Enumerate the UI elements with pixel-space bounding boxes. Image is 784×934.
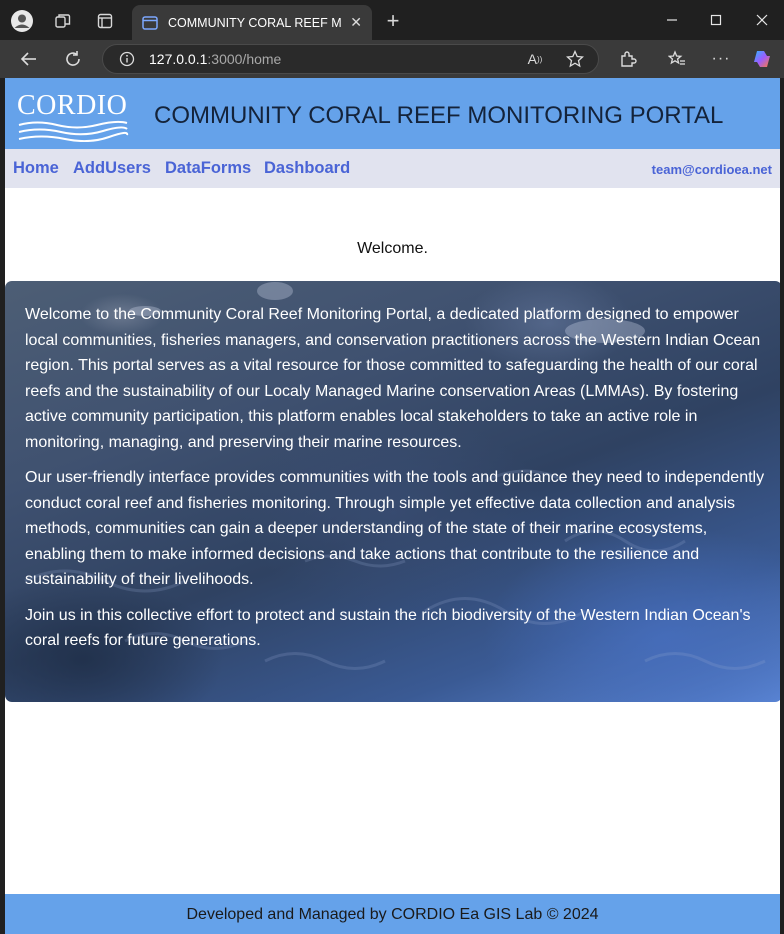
url-host: 127.0.0.1 bbox=[149, 51, 208, 67]
browser-address-bar: 127.0.0.1:3000/home A)) ··· bbox=[0, 40, 784, 78]
page-favicon-icon bbox=[142, 15, 158, 30]
tab-actions-icon[interactable] bbox=[93, 9, 117, 33]
window-close-icon[interactable] bbox=[750, 10, 774, 30]
more-menu-icon[interactable]: ··· bbox=[710, 48, 732, 70]
url-path: :3000/home bbox=[207, 51, 282, 67]
extensions-icon[interactable] bbox=[617, 48, 639, 70]
cordio-logo[interactable]: CORDIO bbox=[17, 90, 129, 142]
profile-icon[interactable] bbox=[10, 9, 34, 33]
page-title: COMMUNITY CORAL REEF MONITORING PORTAL bbox=[154, 102, 724, 129]
logo-text: CORDIO bbox=[17, 90, 128, 121]
intro-paragraph: Join us in this collective effort to pro… bbox=[25, 606, 751, 650]
tab-close-icon[interactable]: ✕ bbox=[350, 14, 362, 31]
main-nav: Home AddUsers DataForms Dashboard team@c… bbox=[5, 149, 780, 188]
copilot-icon[interactable] bbox=[751, 48, 773, 70]
intro-banner: Welcome to the Community Coral Reef Moni… bbox=[5, 281, 780, 702]
workspaces-icon[interactable] bbox=[51, 9, 75, 33]
read-aloud-icon[interactable]: A)) bbox=[524, 48, 546, 70]
intro-paragraph: Our user-friendly interface provides com… bbox=[25, 469, 765, 588]
contact-email-link[interactable]: team@cordioea.net bbox=[652, 162, 772, 177]
nav-link-dashboard[interactable]: Dashboard bbox=[264, 159, 350, 178]
favorite-star-icon[interactable] bbox=[564, 48, 586, 70]
web-page: CORDIO COMMUNITY CORAL REEF MONITORING P… bbox=[5, 78, 780, 934]
site-header: CORDIO COMMUNITY CORAL REEF MONITORING P… bbox=[5, 78, 780, 149]
maximize-icon[interactable] bbox=[704, 10, 728, 30]
nav-link-home[interactable]: Home bbox=[13, 159, 59, 178]
refresh-icon[interactable] bbox=[62, 48, 84, 70]
logo-waves-icon bbox=[18, 120, 129, 142]
intro-text: Welcome to the Community Coral Reef Moni… bbox=[25, 302, 765, 664]
minimize-icon[interactable] bbox=[660, 10, 684, 30]
welcome-heading: Welcome. bbox=[357, 240, 428, 257]
browser-tab-bar: COMMUNITY CORAL REEF MONIT ✕ + bbox=[0, 0, 784, 40]
tab-active[interactable]: COMMUNITY CORAL REEF MONIT ✕ bbox=[132, 5, 372, 40]
favorites-icon[interactable] bbox=[666, 48, 688, 70]
intro-paragraph: Welcome to the Community Coral Reef Moni… bbox=[25, 306, 761, 451]
site-info-icon[interactable] bbox=[119, 51, 135, 67]
back-icon[interactable] bbox=[18, 48, 40, 70]
nav-link-dataforms[interactable]: DataForms bbox=[165, 159, 251, 178]
site-footer: Developed and Managed by CORDIO Ea GIS L… bbox=[5, 894, 780, 934]
new-tab-icon[interactable]: + bbox=[381, 8, 405, 33]
nav-link-addusers[interactable]: AddUsers bbox=[73, 159, 151, 178]
tab-title: COMMUNITY CORAL REEF MONIT bbox=[168, 15, 342, 30]
